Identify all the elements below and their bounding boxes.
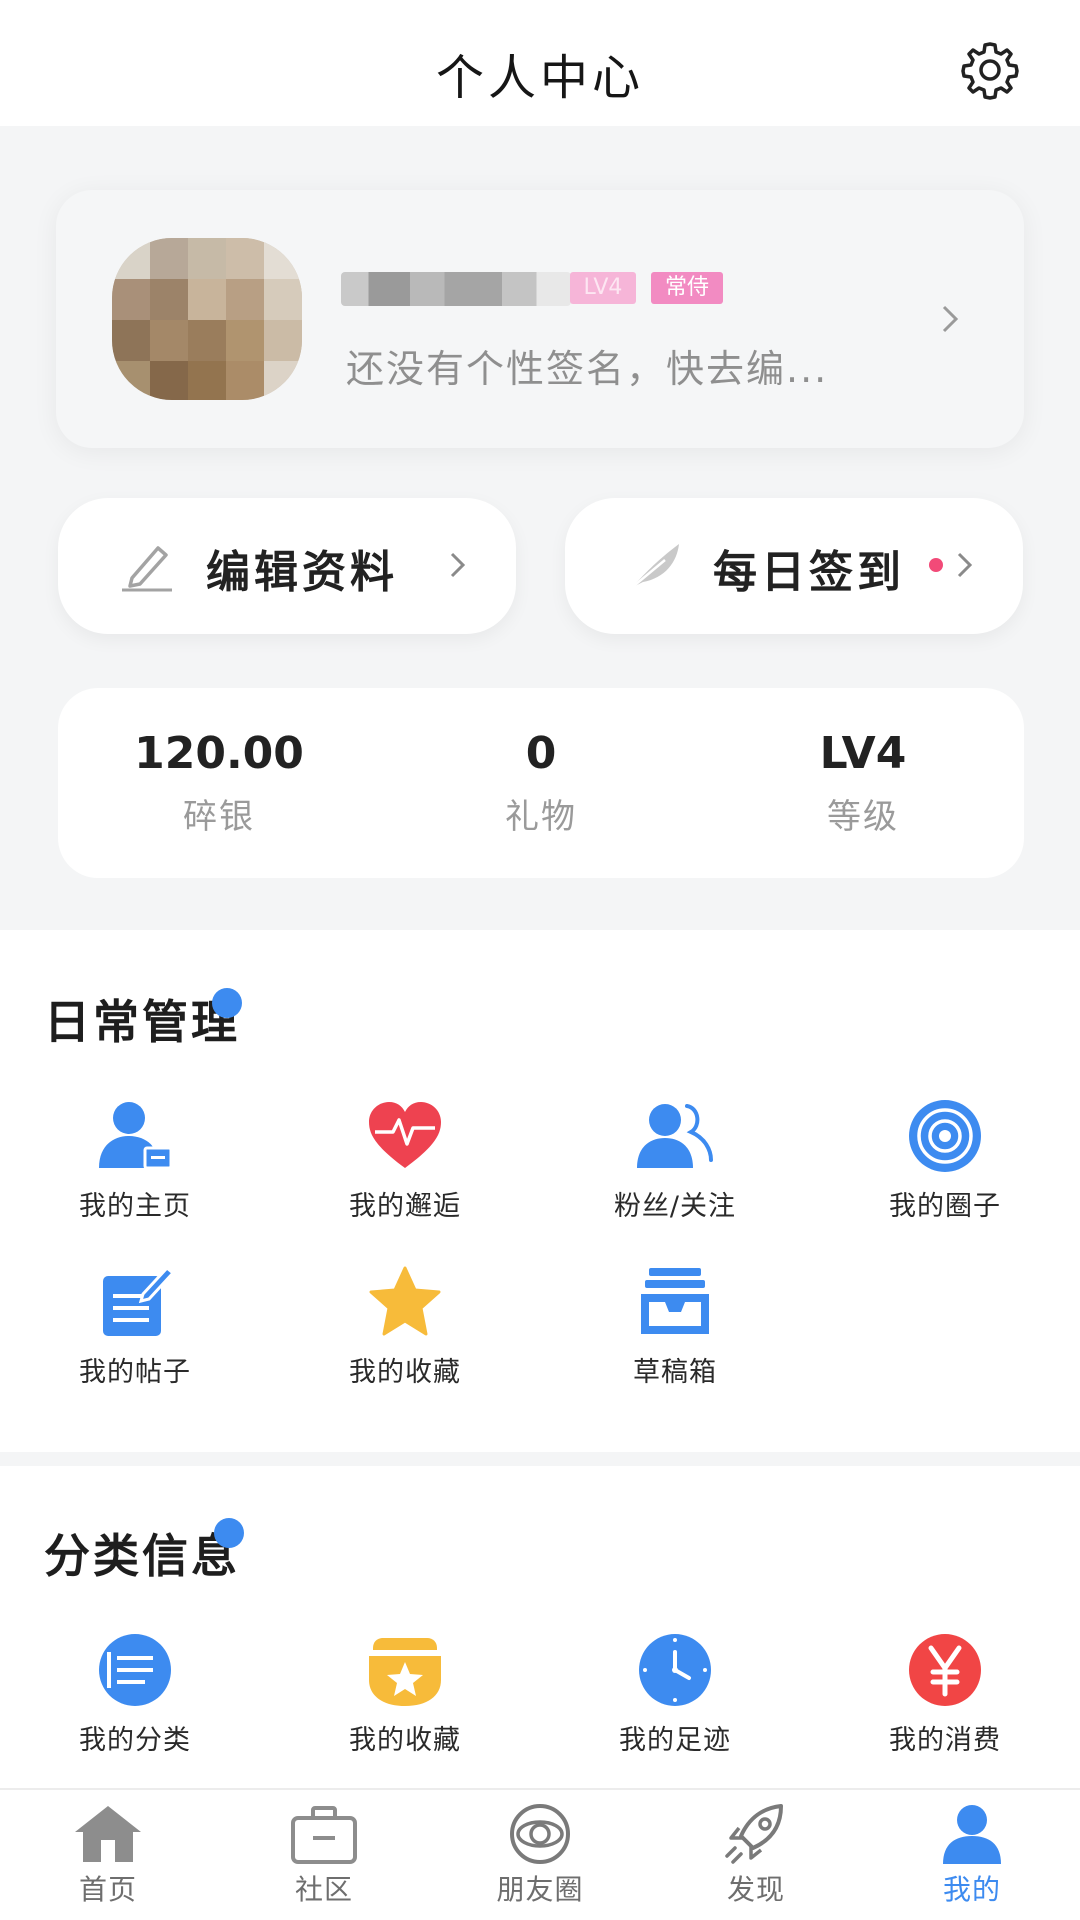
- tab-moments[interactable]: 朋友圈: [432, 1802, 648, 1908]
- section-dot: [212, 988, 242, 1018]
- chevron-right-icon: [942, 305, 959, 333]
- grid-item-label: 草稿箱: [633, 1357, 717, 1388]
- edit-profile-button[interactable]: 编辑资料: [58, 498, 516, 634]
- section-title-daily: 日常管理: [44, 995, 240, 1049]
- edit-profile-label: 编辑资料: [206, 547, 398, 598]
- grid-item-label: 我的圈子: [889, 1191, 1001, 1222]
- tab-label: 我的: [942, 1873, 1001, 1906]
- grid-item-my-spending[interactable]: 我的消费: [810, 1632, 1080, 1757]
- section-divider: [0, 1452, 1080, 1466]
- tab-home[interactable]: 首页: [0, 1802, 216, 1908]
- grid-item-my-circles[interactable]: 我的圈子: [810, 1098, 1080, 1223]
- grid-item-my-posts[interactable]: 我的帖子: [0, 1264, 270, 1389]
- user-icon: [943, 1805, 1001, 1864]
- header: 个人中心: [0, 0, 1080, 126]
- level-badge: LV4: [570, 272, 636, 304]
- username-blurred: [341, 272, 571, 306]
- feather-icon: [628, 544, 679, 591]
- tab-mine[interactable]: 我的: [864, 1802, 1080, 1908]
- settings-button[interactable]: [958, 38, 1022, 102]
- grid-item-label: 我的邂逅: [349, 1191, 461, 1222]
- pencil-icon: [122, 546, 172, 592]
- stat-label: 礼物: [505, 797, 577, 837]
- chevron-right-icon: [450, 552, 466, 578]
- stat-level[interactable]: LV4 等级: [702, 728, 1024, 838]
- grid-item-label: 我的收藏: [349, 1725, 461, 1756]
- heart-pulse-icon: [369, 1102, 441, 1168]
- bottom-tab-bar: 首页 社区 朋友圈 发现 我的: [0, 1788, 1080, 1920]
- grid-item-label: 我的足迹: [619, 1725, 731, 1756]
- inbox-tray-icon: [641, 1268, 709, 1334]
- tab-community[interactable]: 社区: [216, 1802, 432, 1908]
- grid-item-label: 我的帖子: [79, 1357, 191, 1388]
- notification-dot: [929, 558, 943, 572]
- grid-item-followers[interactable]: 粉丝/关注: [540, 1098, 810, 1223]
- grid-item-my-categories[interactable]: 我的分类: [0, 1632, 270, 1757]
- stats-card: 120.00 碎银 0 礼物 LV4 等级: [58, 688, 1024, 878]
- grid-item-label: 我的收藏: [349, 1357, 461, 1388]
- user-home-icon: [99, 1102, 173, 1170]
- section-dot: [214, 1518, 244, 1548]
- followers-icon: [637, 1104, 713, 1168]
- grid-item-label: 我的主页: [79, 1191, 191, 1222]
- star-icon: [369, 1266, 441, 1336]
- chevron-right-icon: [957, 552, 973, 578]
- planet-icon: [510, 1804, 570, 1864]
- grid-item-my-encounter[interactable]: 我的邂逅: [270, 1098, 540, 1223]
- grid-item-drafts[interactable]: 草稿箱: [540, 1264, 810, 1389]
- profile-card[interactable]: LV4 常侍 还没有个性签名，快去编...: [56, 190, 1024, 448]
- grid-item-label: 粉丝/关注: [613, 1191, 737, 1222]
- rocket-icon: [725, 1804, 783, 1864]
- stat-label: 碎银: [183, 797, 255, 837]
- stat-gifts[interactable]: 0 礼物: [380, 728, 702, 838]
- post-edit-icon: [103, 1265, 175, 1336]
- page-title: 个人中心: [435, 50, 644, 106]
- tab-discover[interactable]: 发现: [648, 1802, 864, 1908]
- yuan-icon: [909, 1634, 981, 1706]
- stat-value: LV4: [819, 728, 907, 779]
- tab-label: 首页: [78, 1873, 137, 1906]
- stat-value: 0: [525, 728, 557, 779]
- grid-item-label: 我的消费: [889, 1725, 1001, 1756]
- daily-signin-label: 每日签到: [713, 547, 905, 598]
- stat-silver[interactable]: 120.00 碎银: [58, 728, 380, 838]
- gear-icon: [961, 42, 1019, 100]
- grid-item-label: 我的分类: [79, 1725, 191, 1756]
- signature-text: 还没有个性签名，快去编...: [346, 347, 829, 391]
- briefcase-icon: [291, 1806, 357, 1864]
- home-icon: [75, 1806, 141, 1862]
- grid-item-my-favorites[interactable]: 我的收藏: [270, 1264, 540, 1389]
- stat-value: 120.00: [134, 728, 304, 779]
- section-title-category: 分类信息: [44, 1529, 240, 1583]
- stat-label: 等级: [827, 797, 899, 837]
- tab-label: 发现: [726, 1873, 785, 1906]
- grid-item-my-footprints[interactable]: 我的足迹: [540, 1632, 810, 1757]
- tab-label: 朋友圈: [496, 1873, 584, 1906]
- clock-icon: [639, 1634, 711, 1706]
- tab-label: 社区: [294, 1873, 353, 1906]
- role-badge: 常侍: [651, 272, 723, 304]
- folder-star-icon: [369, 1638, 441, 1706]
- list-icon: [99, 1634, 171, 1706]
- circle-target-icon: [909, 1100, 981, 1172]
- grid-item-my-homepage[interactable]: 我的主页: [0, 1098, 270, 1223]
- avatar[interactable]: [112, 238, 302, 400]
- grid-item-category-favorites[interactable]: 我的收藏: [270, 1632, 540, 1757]
- daily-signin-button[interactable]: 每日签到: [565, 498, 1023, 634]
